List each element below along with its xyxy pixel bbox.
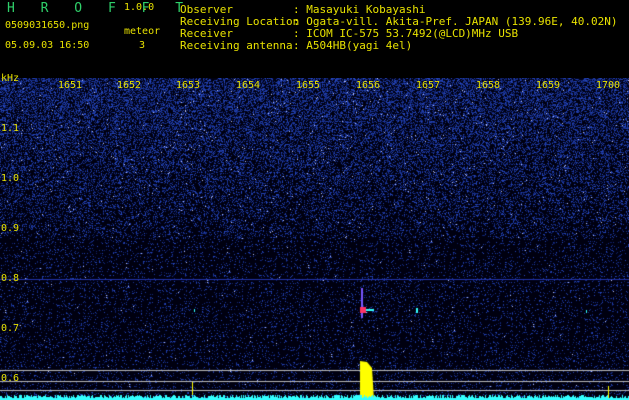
y-tick-label: 1.0 — [1, 173, 20, 184]
x-tick-label: 1659 — [536, 80, 561, 91]
y-tick-label: 0.8 — [1, 273, 20, 284]
x-tick-label: 1658 — [476, 80, 501, 91]
x-tick-label: 1656 — [356, 80, 381, 91]
header-panel: H R O F F T 1.0.0 0509031650.png meteor … — [0, 0, 629, 78]
observer-label: Observer — [180, 3, 233, 16]
antenna-label: Receiving antenna — [180, 39, 293, 52]
receiver-value: : ICOM IC-575 53.7492(@LCD)MHz USB — [293, 27, 519, 40]
x-tick-label: 1654 — [236, 80, 261, 91]
location-value: : Ogata-vill. Akita-Pref. JAPAN (139.96E… — [293, 15, 618, 28]
spectrogram-canvas — [0, 78, 629, 400]
x-tick-label: 1653 — [176, 80, 201, 91]
y-tick-label: 0.7 — [1, 323, 20, 334]
app-title: H R O F F T — [7, 1, 193, 16]
x-tick-label: 1657 — [416, 80, 441, 91]
y-tick-label: 1.1 — [1, 123, 20, 134]
x-tick-label: 1652 — [117, 80, 142, 91]
meteor-label: meteor — [124, 26, 161, 37]
x-tick-label: 1651 — [58, 80, 83, 91]
y-axis-unit: kHz — [1, 73, 20, 84]
location-label: Receiving Location — [180, 15, 300, 28]
y-tick-label: 0.9 — [1, 223, 20, 234]
y-tick-label: 0.6 — [1, 373, 20, 384]
observer-value: : Masayuki Kobayashi — [293, 3, 426, 16]
meteor-count: 3 — [139, 40, 146, 51]
x-tick-label: 1700 — [596, 80, 621, 91]
antenna-value: : A504HB(yagi 4el) — [293, 39, 413, 52]
app-version: 1.0.0 — [124, 2, 155, 13]
receiver-label: Receiver — [180, 27, 233, 40]
file-timestamp: 05.09.03 16:50 — [5, 40, 90, 51]
x-tick-label: 1655 — [296, 80, 321, 91]
file-name: 0509031650.png — [5, 20, 90, 31]
